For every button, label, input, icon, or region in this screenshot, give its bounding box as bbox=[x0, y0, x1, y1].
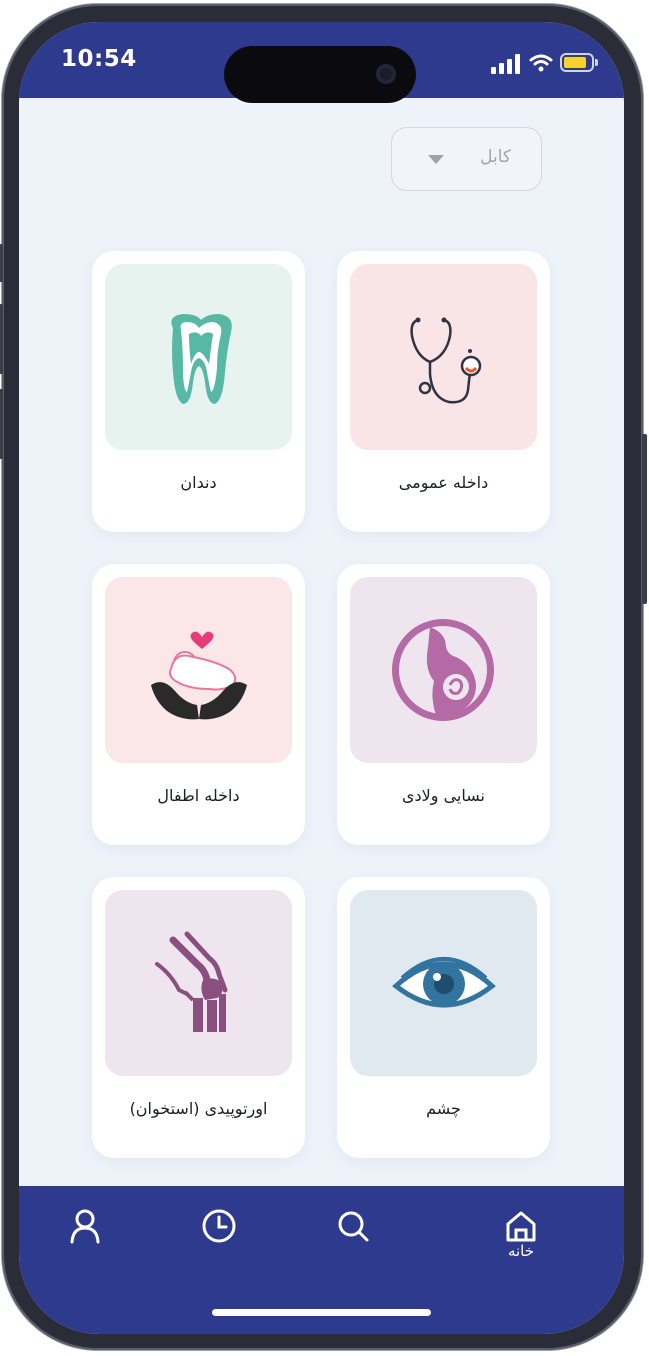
cellular-signal-icon bbox=[491, 54, 520, 74]
specialty-card-dental[interactable]: دندان bbox=[92, 251, 305, 532]
volume-up-button bbox=[0, 304, 3, 374]
volume-down-button bbox=[0, 389, 3, 459]
nav-profile[interactable] bbox=[45, 1186, 125, 1276]
wifi-icon bbox=[529, 54, 553, 72]
front-camera bbox=[376, 64, 396, 84]
specialty-tile bbox=[350, 890, 537, 1076]
specialty-label: اورتوپیدی (استخوان) bbox=[129, 1099, 268, 1118]
user-icon bbox=[70, 1209, 100, 1244]
stethoscope-icon bbox=[350, 264, 537, 450]
status-time: 10:54 bbox=[61, 46, 137, 72]
knee-joint-icon bbox=[105, 890, 292, 1076]
phone-frame: 10:54 کابل داخله عمومی دندان نسایی ولادی… bbox=[0, 4, 647, 1350]
specialty-tile bbox=[105, 890, 292, 1076]
nav-home[interactable]: خانه bbox=[481, 1186, 561, 1276]
specialty-label: چشم bbox=[426, 1099, 461, 1118]
specialty-card-gynecology[interactable]: نسایی ولادی bbox=[337, 564, 550, 845]
specialty-card-orthopedics[interactable]: اورتوپیدی (استخوان) bbox=[92, 877, 305, 1158]
nav-history[interactable] bbox=[179, 1186, 259, 1276]
dynamic-island bbox=[224, 46, 416, 103]
specialty-card-internal-medicine[interactable]: داخله عمومی bbox=[337, 251, 550, 532]
specialty-label: داخله عمومی bbox=[398, 473, 489, 492]
battery-tip bbox=[595, 59, 598, 66]
tooth-icon bbox=[105, 264, 292, 450]
chevron-down-icon bbox=[428, 155, 444, 164]
app-screen: 10:54 کابل داخله عمومی دندان نسایی ولادی… bbox=[19, 22, 624, 1334]
city-dropdown-value: کابل bbox=[480, 147, 511, 167]
city-dropdown[interactable]: کابل bbox=[391, 127, 542, 191]
pregnancy-icon bbox=[350, 577, 537, 763]
specialty-tile bbox=[105, 577, 292, 763]
home-icon bbox=[506, 1211, 536, 1242]
specialty-tile bbox=[105, 264, 292, 450]
specialty-card-pediatrics[interactable]: داخله اطفال bbox=[92, 564, 305, 845]
nav-home-label: خانه bbox=[507, 1242, 535, 1260]
specialty-label: دندان bbox=[180, 473, 217, 492]
bottom-navigation: خانه bbox=[19, 1186, 624, 1334]
eye-icon bbox=[350, 890, 537, 1076]
specialty-tile bbox=[350, 264, 537, 450]
specialty-tile bbox=[350, 577, 537, 763]
specialty-label: نسایی ولادی bbox=[402, 786, 485, 805]
clock-icon bbox=[202, 1209, 236, 1243]
battery-icon bbox=[560, 53, 594, 72]
specialty-card-ophthalmology[interactable]: چشم bbox=[337, 877, 550, 1158]
power-button bbox=[642, 434, 647, 604]
status-bar: 10:54 bbox=[19, 22, 624, 103]
search-icon bbox=[338, 1211, 369, 1242]
specialty-label: داخله اطفال bbox=[157, 786, 240, 805]
home-indicator[interactable] bbox=[212, 1309, 431, 1316]
baby-in-hands-icon bbox=[105, 577, 292, 763]
nav-search[interactable] bbox=[313, 1186, 393, 1276]
mute-switch bbox=[0, 244, 3, 282]
